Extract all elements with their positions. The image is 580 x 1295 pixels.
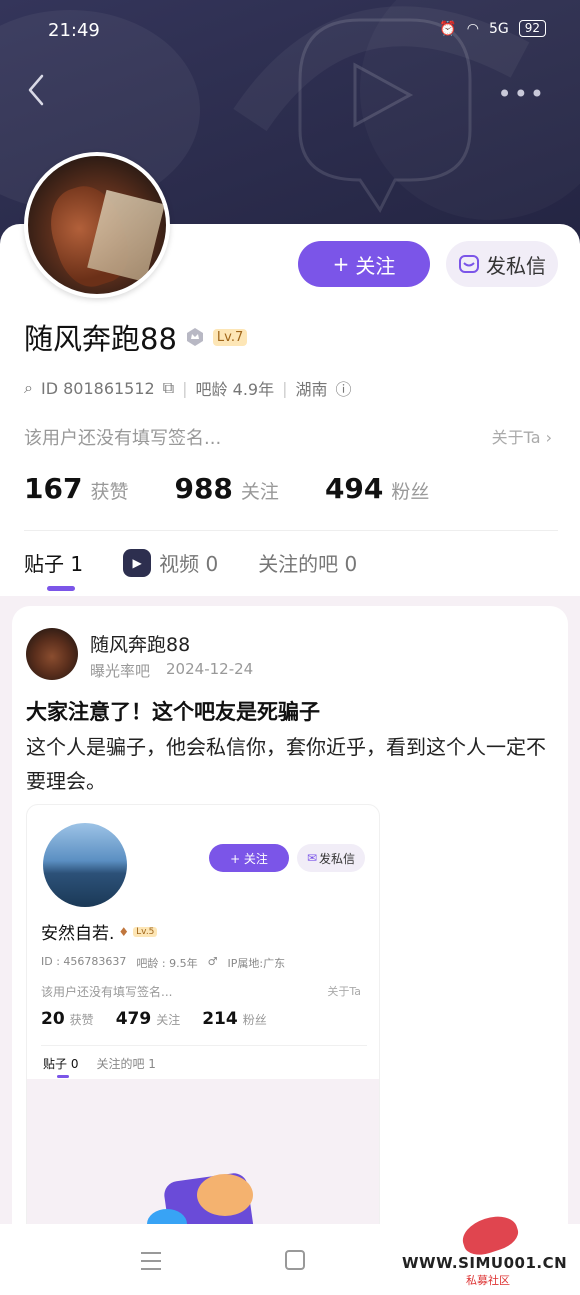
screenshot-level: Lv.5: [133, 926, 158, 937]
screenshot-message-button: ✉ 发私信: [297, 844, 365, 872]
divider: |: [182, 378, 188, 398]
stat-fans[interactable]: 494 粉丝: [325, 472, 429, 505]
chevron-right-icon: ›: [545, 428, 552, 447]
illustration-shape: [197, 1174, 253, 1216]
message-button[interactable]: 发私信: [446, 241, 558, 287]
stat-label: 粉丝: [391, 481, 430, 503]
watermark-cn: 私募社区: [466, 1274, 510, 1287]
profile-name: 随风奔跑88 Lv.7: [24, 316, 248, 358]
screenshot-tab-indicator: [57, 1075, 69, 1078]
divider: [24, 530, 558, 531]
signal-icon: 5G: [488, 20, 509, 37]
follow-label: 关注: [355, 253, 396, 278]
battery-icon: 92: [518, 20, 546, 37]
home-icon[interactable]: [285, 1250, 305, 1270]
screenshot-id: ID : 456783637: [41, 955, 127, 968]
status-time: 21:49: [48, 20, 100, 41]
post-avatar[interactable]: [26, 628, 78, 680]
user-id: ID 801861512: [40, 378, 155, 398]
screenshot-empty-area: [27, 1079, 379, 1245]
menu-icon[interactable]: [141, 1252, 161, 1270]
help-icon[interactable]: ⓘ: [336, 376, 352, 400]
screenshot-follow-button: + 关注: [209, 844, 289, 872]
message-label: 发私信: [486, 253, 546, 278]
screenshot-ip: IP属地:广东: [227, 957, 286, 970]
more-options-button[interactable]: •••: [498, 80, 546, 108]
post-author[interactable]: 随风奔跑88: [90, 630, 190, 657]
divider: [41, 1045, 367, 1046]
back-icon[interactable]: [24, 72, 50, 108]
tab-bars[interactable]: 关注的吧 0: [258, 548, 357, 577]
post-title: 大家注意了！这个吧友是死骗子: [26, 700, 320, 724]
stat-number: 20: [41, 1009, 65, 1029]
stats-row: 167 获赞 988 关注 494 粉丝: [24, 472, 429, 505]
tab-videos[interactable]: ▶ 视频 0: [123, 548, 218, 577]
copy-icon[interactable]: ⧉: [163, 378, 174, 398]
badge-icon: ♦: [118, 924, 130, 939]
stat-number: 494: [324, 472, 384, 505]
stat-label: 获赞: [90, 481, 129, 503]
post-date: 2024-12-24: [166, 660, 254, 678]
stat-likes[interactable]: 167 获赞: [24, 472, 128, 505]
avatar[interactable]: [24, 152, 170, 298]
stat-number: 214: [202, 1009, 238, 1029]
location: 湖南: [295, 380, 328, 399]
watermark-logo: [458, 1210, 522, 1260]
username: 随风奔跑88: [24, 322, 177, 356]
alarm-icon: ⏰: [439, 20, 457, 37]
watermark: WWW.SIMU001.CN 私募社区: [402, 1210, 574, 1287]
screenshot-message-label: 发私信: [319, 851, 356, 866]
screenshot-username: 安然自若.: [41, 924, 115, 944]
stat-number: 479: [115, 1009, 152, 1029]
screenshot-gender: ♂: [207, 955, 218, 968]
screenshot-tab-bars: 关注的吧 1: [96, 1057, 156, 1071]
stat-label: 粉丝: [242, 1013, 267, 1027]
screenshot-tab-posts: 贴子 0: [43, 1057, 79, 1071]
follow-button[interactable]: + 关注: [298, 241, 430, 287]
screenshot-stats: 20 获赞 479 关注 214 粉丝: [41, 1009, 267, 1029]
screenshot-stat: 20 获赞: [41, 1009, 94, 1029]
stat-number: 988: [174, 472, 233, 505]
post-meta: 曝光率吧 2024-12-24: [90, 660, 253, 681]
screenshot-avatar: [43, 823, 127, 907]
watermark-site: WWW.SIMU001.CN: [402, 1254, 568, 1272]
message-icon: [459, 255, 479, 273]
plus-icon: +: [332, 252, 350, 276]
profile-tabs: 贴子 1 ▶ 视频 0 关注的吧 0: [24, 548, 357, 577]
status-bar: 21:49 ⏰ ◠ 5G 92: [0, 18, 580, 48]
screenshot-about: 关于Ta: [327, 985, 361, 998]
stat-following[interactable]: 988 关注: [174, 472, 278, 505]
video-icon: ▶: [123, 548, 152, 577]
stat-label: 关注: [156, 1013, 181, 1027]
search-icon: ⌕: [24, 378, 33, 397]
stat-label: 获赞: [69, 1013, 94, 1027]
tab-videos-label: 视频 0: [159, 552, 219, 576]
level-badge: Lv.7: [212, 328, 248, 346]
screenshot-stat: 479 关注: [116, 1009, 181, 1029]
post-bar[interactable]: 曝光率吧: [90, 660, 150, 681]
active-tab-indicator: [47, 586, 75, 591]
screenshot-bar-age: 吧龄 : 9.5年: [136, 957, 198, 970]
message-icon: ✉: [306, 851, 318, 865]
screenshot-meta: ID : 456783637 吧龄 : 9.5年 ♂ IP属地:广东: [41, 955, 285, 971]
post-image[interactable]: + 关注 ✉ 发私信 安然自若. ♦ Lv.5 ID : 456783637 吧…: [26, 804, 380, 1246]
divider: |: [282, 378, 288, 398]
badge-icon: [186, 328, 203, 346]
screenshot-name: 安然自若. ♦ Lv.5: [41, 919, 158, 944]
signature: 该用户还没有填写签名...: [24, 428, 222, 449]
profile-meta: ⌕ ID 801861512 ⧉ | 吧龄 4.9年 | 湖南 ⓘ: [24, 376, 352, 400]
stat-label: 关注: [240, 481, 279, 503]
wifi-icon: ◠: [466, 20, 479, 37]
about-link[interactable]: 关于Ta ›: [492, 424, 552, 448]
tab-posts[interactable]: 贴子 1: [24, 548, 83, 577]
screenshot-stat: 214 粉丝: [202, 1009, 267, 1029]
about-label: 关于Ta: [491, 428, 541, 447]
stat-number: 167: [24, 472, 83, 505]
post-body: 这个人是骗子，他会私信你，套你近乎，看到这个人一定不要理会。: [26, 735, 546, 793]
post-card[interactable]: 随风奔跑88 曝光率吧 2024-12-24 大家注意了！这个吧友是死骗子 这个…: [12, 606, 568, 1246]
bar-age: 吧龄 4.9年: [195, 380, 275, 399]
screenshot-signature: 该用户还没有填写签名...: [41, 985, 173, 999]
screenshot-tabs: 贴子 0 关注的吧 1: [43, 1055, 156, 1072]
